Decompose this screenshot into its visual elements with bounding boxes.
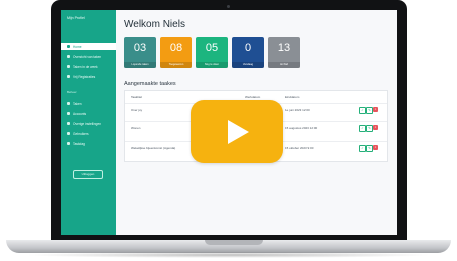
play-button[interactable] — [191, 100, 283, 163]
stat-card-nog-te-doen[interactable]: 05 Nog te doen — [196, 37, 228, 68]
sidebar-item-overzicht[interactable]: Overzicht van taken — [61, 53, 116, 60]
sidebar-item-label: Taskdag — [73, 141, 85, 146]
task-title: Wekelijkse bijeenkomst (Agenda) — [131, 146, 176, 150]
page-title: Welkom Niels — [124, 19, 185, 30]
camera-dot — [227, 5, 230, 8]
sidebar: Mijn Profiel Home Overzicht van taken Ta… — [61, 10, 116, 235]
home-icon — [67, 45, 70, 48]
task-end-date: 15 augustus 2023 12:00 — [285, 126, 318, 130]
stat-value: 08 — [169, 42, 183, 54]
sidebar-item-home[interactable]: Home — [61, 43, 116, 50]
task-icon — [67, 102, 70, 105]
sidebar-item-taken[interactable]: Taken — [61, 100, 116, 107]
stat-card-vandaag[interactable]: 0 Vandaag — [232, 37, 264, 68]
edit-icon[interactable]: ✎ — [366, 125, 373, 132]
sidebar-item-accounts[interactable]: Accounts — [61, 110, 116, 117]
calendar-icon — [67, 65, 70, 68]
clock-icon — [67, 75, 70, 78]
flag-icon — [67, 142, 70, 145]
sidebar-item-label: Gebruikers — [73, 131, 89, 136]
edit-icon[interactable]: ✎ — [366, 107, 373, 114]
sidebar-item-vrij[interactable]: Vrij Registraties — [61, 73, 116, 80]
view-icon[interactable]: ✓ — [359, 145, 366, 152]
stat-card-toegewezen[interactable]: 08 Toegewezen — [160, 37, 192, 68]
column-header: Taaktitel — [131, 95, 143, 99]
stat-card-archief[interactable]: 13 Archief — [268, 37, 300, 68]
user-icon — [67, 112, 70, 115]
stat-value: 05 — [205, 42, 219, 54]
stat-caption: Nog te doen — [196, 62, 228, 68]
sidebar-item-gebruikers[interactable]: Gebruikers — [61, 130, 116, 137]
play-icon — [228, 120, 249, 144]
sidebar-item-label: Accounts — [73, 111, 87, 116]
sidebar-brand[interactable]: Mijn Profiel — [67, 16, 85, 20]
stat-value: 13 — [277, 42, 291, 54]
task-title: Wonen — [131, 126, 141, 130]
task-end-date: 1e juni 2023 12:00 — [285, 108, 310, 112]
sidebar-item-label: Taken — [73, 101, 82, 106]
gear-icon — [67, 122, 70, 125]
column-header: Werkdatum — [245, 95, 261, 99]
stat-caption: Lopende taken — [124, 62, 156, 68]
stat-value: 03 — [133, 42, 147, 54]
laptop-notch — [205, 240, 263, 245]
stat-caption: Archief — [268, 62, 300, 68]
delete-icon[interactable]: × — [373, 107, 378, 112]
edit-icon[interactable]: ✎ — [366, 145, 373, 152]
logout-button[interactable]: Uitloggen — [73, 170, 103, 179]
sidebar-item-label: Overzicht van taken — [73, 54, 102, 59]
task-end-date: 15 oktober 2023 9:00 — [285, 146, 314, 150]
section-title: Aangemaakte taakes — [124, 81, 176, 87]
sidebar-item-label: Home — [73, 44, 82, 49]
stat-caption: Toegewezen — [160, 62, 192, 68]
sidebar-item-instellingen[interactable]: Overige instellingen — [61, 120, 116, 127]
list-icon — [67, 55, 70, 58]
column-header: Einddatum — [285, 95, 300, 99]
laptop-shadow — [24, 252, 433, 258]
delete-icon[interactable]: × — [373, 145, 378, 150]
sidebar-item-label: Taken in de week — [73, 64, 98, 69]
users-icon — [67, 132, 70, 135]
sidebar-item-label: Overige instellingen — [73, 121, 101, 126]
stat-caption: Vandaag — [232, 62, 264, 68]
view-icon[interactable]: ✓ — [359, 107, 366, 114]
sidebar-item-week[interactable]: Taken in de week — [61, 63, 116, 70]
sidebar-item-taskdag[interactable]: Taskdag — [61, 140, 116, 147]
sidebar-item-label: Vrij Registraties — [73, 74, 96, 79]
sidebar-section-label: Beheer — [67, 90, 77, 94]
stat-value: 0 — [244, 42, 252, 54]
stat-card-lopend[interactable]: 03 Lopende taken — [124, 37, 156, 68]
task-title: Over joy — [131, 108, 143, 112]
delete-icon[interactable]: × — [373, 125, 378, 130]
view-icon[interactable]: ✓ — [359, 125, 366, 132]
